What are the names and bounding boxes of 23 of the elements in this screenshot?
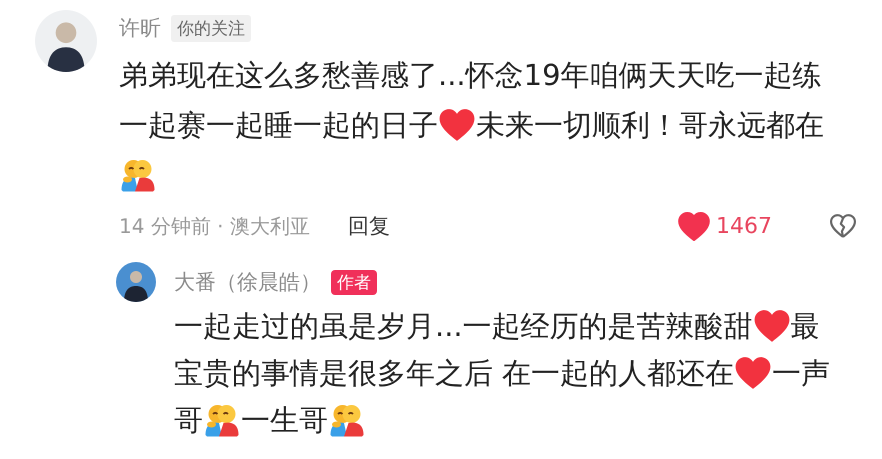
comment-text: 未来一切顺利！哥永远都在 — [476, 107, 824, 144]
comment-text: 一起赛一起睡一起的日子 — [119, 107, 438, 144]
comment-text: 最 — [790, 308, 820, 344]
comment-time-location: 14 分钟前 · 澳大利亚 — [119, 212, 310, 240]
reply-button[interactable]: 回复 — [348, 212, 390, 240]
comment-text: 弟弟现在这么多愁善感了...怀念19年咱俩天天吃一起练 — [119, 57, 822, 94]
heart-emoji-icon — [752, 308, 791, 344]
following-tag: 你的关注 — [171, 14, 251, 42]
avatar-photo[interactable] — [116, 262, 156, 302]
comment-text: 一声 — [772, 354, 830, 392]
comment-text: 一生哥 — [241, 402, 328, 438]
comment-text: 一起走过的虽是岁月...一起经历的是苦辣酸甜 — [174, 308, 753, 344]
broken-heart-icon[interactable] — [830, 214, 856, 238]
heart-emoji-icon — [438, 107, 476, 143]
hugging-emoji-icon — [119, 157, 157, 193]
author-tag: 作者 — [331, 270, 377, 294]
heart-emoji-icon — [734, 354, 772, 390]
author-name[interactable]: 许昕 — [119, 14, 161, 42]
comment-text: 哥 — [174, 402, 203, 438]
author-name[interactable]: 大番（徐晨皓） — [174, 268, 321, 296]
like-count: 1467 — [716, 214, 772, 238]
like-icon[interactable] — [678, 212, 710, 240]
comment-text: 宝贵的事情是很多年之后 在一起的人都还在 — [174, 354, 734, 392]
